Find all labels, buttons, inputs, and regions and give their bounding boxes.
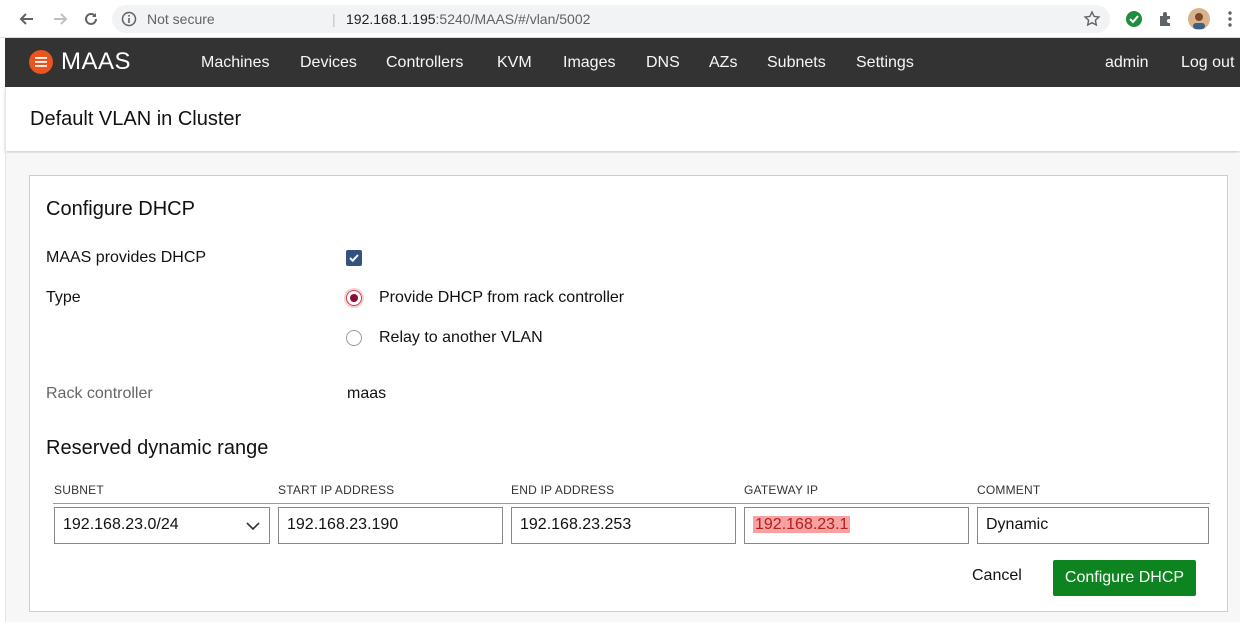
extension-grammar-icon[interactable] bbox=[1123, 8, 1145, 30]
header-end-ip: END IP ADDRESS bbox=[511, 483, 615, 497]
profile-avatar-icon[interactable] bbox=[1188, 8, 1210, 30]
header-subnet: SUBNET bbox=[54, 483, 104, 497]
nav-kvm[interactable]: KVM bbox=[497, 54, 532, 72]
forward-arrow-icon[interactable] bbox=[48, 7, 72, 31]
chevron-down-icon bbox=[245, 518, 261, 534]
gateway-ip-input[interactable]: 192.168.23.1 bbox=[744, 507, 969, 544]
nav-settings[interactable]: Settings bbox=[856, 54, 914, 72]
maas-logo-icon[interactable] bbox=[29, 50, 53, 74]
radio-relay-vlan[interactable] bbox=[346, 330, 362, 346]
nav-subnets[interactable]: Subnets bbox=[767, 54, 826, 72]
back-arrow-icon[interactable] bbox=[15, 7, 39, 31]
header-gateway-ip: GATEWAY IP bbox=[744, 483, 819, 497]
end-ip-input[interactable]: 192.168.23.253 bbox=[511, 507, 736, 544]
browser-toolbar: Not secure | 192.168.1.195:5240/MAAS/#/v… bbox=[0, 0, 1240, 38]
provides-dhcp-checkbox[interactable] bbox=[346, 250, 362, 266]
omnibox-separator: | bbox=[332, 11, 336, 27]
nav-devices[interactable]: Devices bbox=[300, 54, 357, 72]
checkmark-icon bbox=[349, 254, 359, 263]
security-label: Not secure bbox=[147, 11, 215, 27]
nav-logout[interactable]: Log out bbox=[1181, 54, 1234, 72]
nav-dns[interactable]: DNS bbox=[646, 54, 680, 72]
nav-controllers[interactable]: Controllers bbox=[386, 54, 463, 72]
rack-controller-label: Rack controller bbox=[46, 385, 153, 402]
gateway-ip-selected-text: 192.168.23.1 bbox=[753, 516, 851, 533]
nav-user-admin[interactable]: admin bbox=[1105, 54, 1149, 72]
rack-controller-value: maas bbox=[347, 385, 387, 402]
url-path: :5240/MAAS/#/vlan/5002 bbox=[435, 11, 591, 27]
browser-menu-icon[interactable] bbox=[1219, 8, 1240, 30]
subnet-select-value: 192.168.23.0/24 bbox=[63, 516, 179, 533]
subnet-select[interactable]: 192.168.23.0/24 bbox=[54, 507, 270, 544]
url-host: 192.168.1.195 bbox=[346, 11, 436, 27]
comment-input[interactable]: Dynamic bbox=[977, 507, 1209, 544]
maas-logo-text[interactable]: MAAS bbox=[61, 48, 131, 76]
type-label: Type bbox=[46, 289, 81, 306]
bookmark-star-icon[interactable] bbox=[1083, 10, 1101, 28]
info-icon[interactable] bbox=[121, 11, 137, 27]
reload-icon[interactable] bbox=[79, 7, 103, 31]
address-bar[interactable]: Not secure | 192.168.1.195:5240/MAAS/#/v… bbox=[112, 5, 1110, 33]
card-title: Configure DHCP bbox=[46, 198, 195, 220]
configure-dhcp-card: Configure DHCP MAAS provides DHCP Type P… bbox=[29, 175, 1228, 612]
url-text[interactable]: 192.168.1.195:5240/MAAS/#/vlan/5002 bbox=[346, 11, 590, 27]
page-header: Default VLAN in Cluster bbox=[5, 87, 1240, 151]
page-title: Default VLAN in Cluster bbox=[30, 108, 242, 130]
start-ip-input[interactable]: 192.168.23.190 bbox=[278, 507, 503, 544]
nav-machines[interactable]: Machines bbox=[201, 54, 269, 72]
radio-relay-vlan-label[interactable]: Relay to another VLAN bbox=[379, 329, 543, 347]
cancel-button[interactable]: Cancel bbox=[972, 567, 1022, 585]
nav-images[interactable]: Images bbox=[563, 54, 615, 72]
app-navbar: MAAS Machines Devices Controllers KVM Im… bbox=[5, 38, 1240, 87]
header-start-ip: START IP ADDRESS bbox=[278, 483, 395, 497]
nav-azs[interactable]: AZs bbox=[709, 54, 737, 72]
table-header-divider bbox=[53, 503, 1210, 504]
header-comment: COMMENT bbox=[977, 483, 1041, 497]
provides-dhcp-label: MAAS provides DHCP bbox=[46, 249, 207, 266]
extensions-puzzle-icon[interactable] bbox=[1155, 8, 1177, 30]
radio-rack-controller-label[interactable]: Provide DHCP from rack controller bbox=[379, 289, 624, 307]
reserved-range-title: Reserved dynamic range bbox=[46, 437, 269, 459]
configure-dhcp-button[interactable]: Configure DHCP bbox=[1053, 560, 1196, 596]
radio-rack-controller[interactable] bbox=[346, 290, 362, 306]
